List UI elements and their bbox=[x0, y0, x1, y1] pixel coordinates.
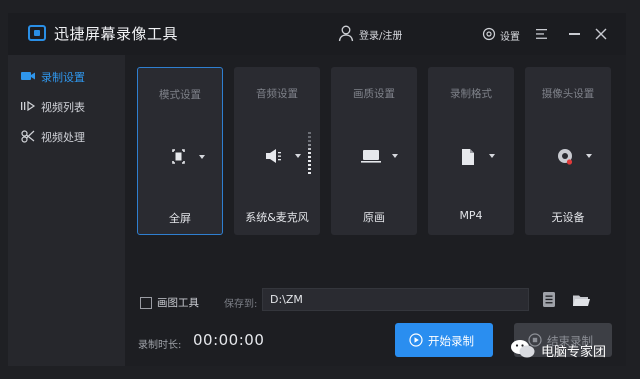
quality-dropdown-caret[interactable] bbox=[392, 154, 398, 158]
video-process-icon bbox=[21, 130, 35, 143]
audio-settings-card[interactable]: 音频设置 系统&麦克风 bbox=[234, 67, 320, 235]
mode-dropdown-caret[interactable] bbox=[199, 155, 205, 159]
save-path-field[interactable]: D:\ZM bbox=[262, 288, 529, 311]
monitor-icon bbox=[361, 150, 381, 163]
duration-value: 00:00:00 bbox=[193, 331, 265, 349]
sidebar-item-video-list[interactable]: 视频列表 bbox=[8, 93, 125, 119]
gear-icon[interactable] bbox=[482, 27, 496, 41]
card-title: 录制格式 bbox=[450, 88, 492, 100]
draw-tool-label[interactable]: 画图工具 bbox=[157, 295, 199, 310]
watermark-text: 电脑专家团 bbox=[541, 345, 607, 360]
user-icon[interactable] bbox=[338, 25, 354, 42]
app-title: 迅捷屏幕录像工具 bbox=[54, 25, 179, 43]
sidebar: 录制设置 视频列表 视频处理 bbox=[8, 55, 125, 366]
folder-icon[interactable] bbox=[573, 294, 590, 307]
card-title: 音频设置 bbox=[256, 88, 298, 100]
webcam-dropdown-caret[interactable] bbox=[586, 154, 592, 158]
card-value: 无设备 bbox=[551, 211, 585, 224]
sidebar-item-label: 视频列表 bbox=[41, 101, 85, 114]
card-title: 摄像头设置 bbox=[541, 88, 595, 100]
file-list-icon[interactable] bbox=[543, 292, 555, 307]
sidebar-item-label: 录制设置 bbox=[41, 71, 85, 84]
file-icon bbox=[462, 149, 474, 165]
webcam-icon bbox=[558, 149, 573, 165]
card-value: 系统&麦克风 bbox=[245, 211, 309, 224]
mode-settings-card[interactable]: 模式设置 全屏 bbox=[137, 67, 223, 235]
play-icon bbox=[409, 333, 423, 347]
main-panel: 模式设置 全屏 音频设置 系统&麦克风 画质设置 原画 录制格式 MP4 摄像头… bbox=[125, 55, 626, 366]
card-title: 画质设置 bbox=[353, 88, 395, 100]
close-icon[interactable] bbox=[595, 28, 607, 40]
record-camera-icon bbox=[21, 72, 35, 80]
card-value: 原画 bbox=[363, 211, 385, 224]
app-window: 迅捷屏幕录像工具 登录/注册 设置 录制设置 视频列表 视频处理 模式设置 全屏… bbox=[8, 13, 626, 366]
save-to-label: 保存到: bbox=[224, 299, 258, 310]
sidebar-item-record-settings[interactable]: 录制设置 bbox=[8, 63, 125, 89]
volume-meter-icon bbox=[308, 132, 311, 174]
duration-label: 录制时长: bbox=[138, 340, 182, 351]
title-bar: 迅捷屏幕录像工具 登录/注册 设置 bbox=[8, 13, 626, 55]
start-recording-label: 开始录制 bbox=[428, 334, 474, 348]
format-dropdown-caret[interactable] bbox=[489, 154, 495, 158]
webcam-settings-card[interactable]: 摄像头设置 无设备 bbox=[525, 67, 611, 235]
card-value: MP4 bbox=[459, 209, 483, 222]
settings-link[interactable]: 设置 bbox=[500, 28, 520, 43]
minimize-icon[interactable] bbox=[569, 33, 580, 35]
speaker-icon bbox=[266, 149, 281, 163]
quality-settings-card[interactable]: 画质设置 原画 bbox=[331, 67, 417, 235]
audio-dropdown-caret[interactable] bbox=[295, 154, 301, 158]
app-logo-icon bbox=[28, 25, 46, 41]
menu-icon[interactable] bbox=[536, 29, 547, 39]
wechat-logo-icon bbox=[511, 340, 535, 358]
format-settings-card[interactable]: 录制格式 MP4 bbox=[428, 67, 514, 235]
card-title: 模式设置 bbox=[159, 89, 201, 101]
video-list-icon bbox=[21, 100, 36, 112]
sidebar-item-video-process[interactable]: 视频处理 bbox=[8, 123, 125, 149]
fullscreen-icon bbox=[172, 149, 185, 164]
start-recording-button[interactable]: 开始录制 bbox=[395, 323, 493, 357]
sidebar-item-label: 视频处理 bbox=[41, 131, 85, 144]
draw-tool-checkbox[interactable] bbox=[140, 297, 152, 309]
login-register-link[interactable]: 登录/注册 bbox=[359, 27, 402, 42]
card-value: 全屏 bbox=[169, 212, 191, 225]
